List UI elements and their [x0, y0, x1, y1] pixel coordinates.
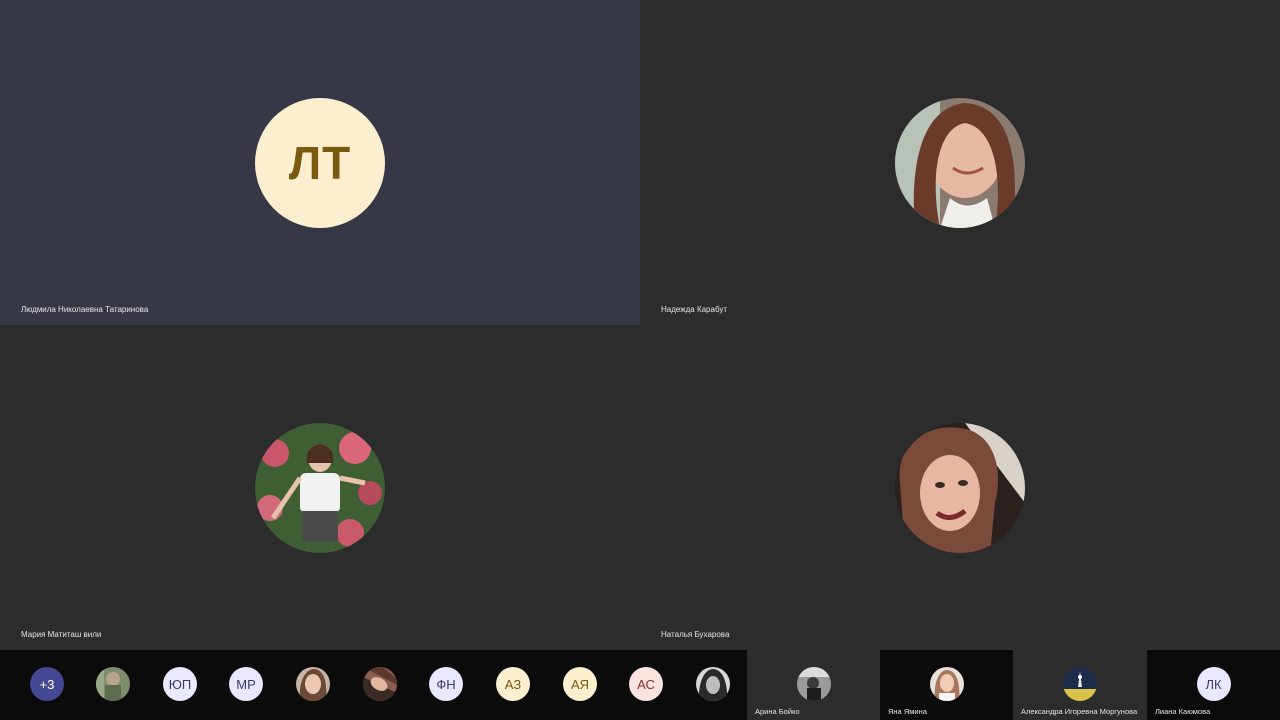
- participant-name: Надежда Карабут: [661, 305, 728, 314]
- avatar-initials: АЯ: [570, 676, 590, 692]
- strip-avatar-photo-2[interactable]: [296, 667, 330, 701]
- avatar-initials: МР: [236, 676, 256, 692]
- side-avatar-initials: ЛК: [1196, 667, 1231, 701]
- side-participant-tile-4[interactable]: ЛК Лиана Каюмова: [1147, 650, 1280, 720]
- side-participant-tile-3[interactable]: Александра Игоревна Моргунова: [1013, 650, 1147, 720]
- participant-tile-2[interactable]: Надежда Карабут: [640, 0, 1280, 325]
- participant-avatar-photo: [895, 422, 1025, 553]
- participant-tile-1[interactable]: ЛТ Людмила Николаевна Татаринова: [0, 0, 640, 325]
- side-participant-name: Яна Ямина: [888, 707, 927, 716]
- strip-avatar-initials-5[interactable]: АЯ: [563, 667, 597, 701]
- side-avatar-photo: [929, 667, 964, 701]
- avatar-initials: АЗ: [504, 676, 522, 692]
- side-participant-name: Лиана Каюмова: [1155, 707, 1211, 716]
- avatar-initials: ЛК: [1205, 676, 1222, 692]
- participant-avatar-photo: [895, 97, 1025, 228]
- video-grid: ЛТ Людмила Николаевна Татаринова Надежда…: [0, 0, 1280, 650]
- strip-avatar-initials-4[interactable]: АЗ: [496, 667, 530, 701]
- strip-avatar-initials-2[interactable]: МР: [229, 667, 263, 701]
- avatar-initials: ЮП: [168, 676, 192, 692]
- participant-name: Мария Матиташ вили: [21, 630, 102, 639]
- strip-avatar-initials-3[interactable]: ФН: [429, 667, 463, 701]
- side-participant-tile-2[interactable]: Яна Ямина: [880, 650, 1013, 720]
- strip-avatar-initials-6[interactable]: АС: [629, 667, 663, 701]
- strip-avatar-photo-3[interactable]: [363, 667, 397, 701]
- side-participant-name: Арина Бойко: [755, 707, 800, 716]
- strip-avatar-photo-4[interactable]: [696, 667, 730, 701]
- participant-tile-4[interactable]: Наталья Бухарова: [640, 325, 1280, 650]
- side-participant-tile-1[interactable]: Арина Бойко: [747, 650, 880, 720]
- participant-name: Наталья Бухарова: [661, 630, 730, 639]
- participant-tile-3[interactable]: Мария Матиташ вили: [0, 325, 640, 650]
- overflow-participants-button[interactable]: +3: [30, 667, 64, 701]
- strip-avatar-photo-1[interactable]: [96, 667, 130, 701]
- side-participant-name: Александра Игоревна Моргунова: [1021, 707, 1138, 716]
- participant-name: Людмила Николаевна Татаринова: [21, 305, 149, 314]
- participant-initials: ЛТ: [288, 136, 352, 189]
- side-avatar-photo: [796, 667, 831, 701]
- avatar-initials: ФН: [436, 676, 456, 692]
- side-avatar-photo: [1063, 667, 1097, 701]
- avatar-initials: АС: [637, 676, 655, 692]
- overflow-count: +3: [39, 676, 55, 692]
- participant-avatar: ЛТ: [255, 97, 385, 228]
- strip-avatar-initials-1[interactable]: ЮП: [163, 667, 197, 701]
- participant-avatar-photo: [255, 422, 385, 553]
